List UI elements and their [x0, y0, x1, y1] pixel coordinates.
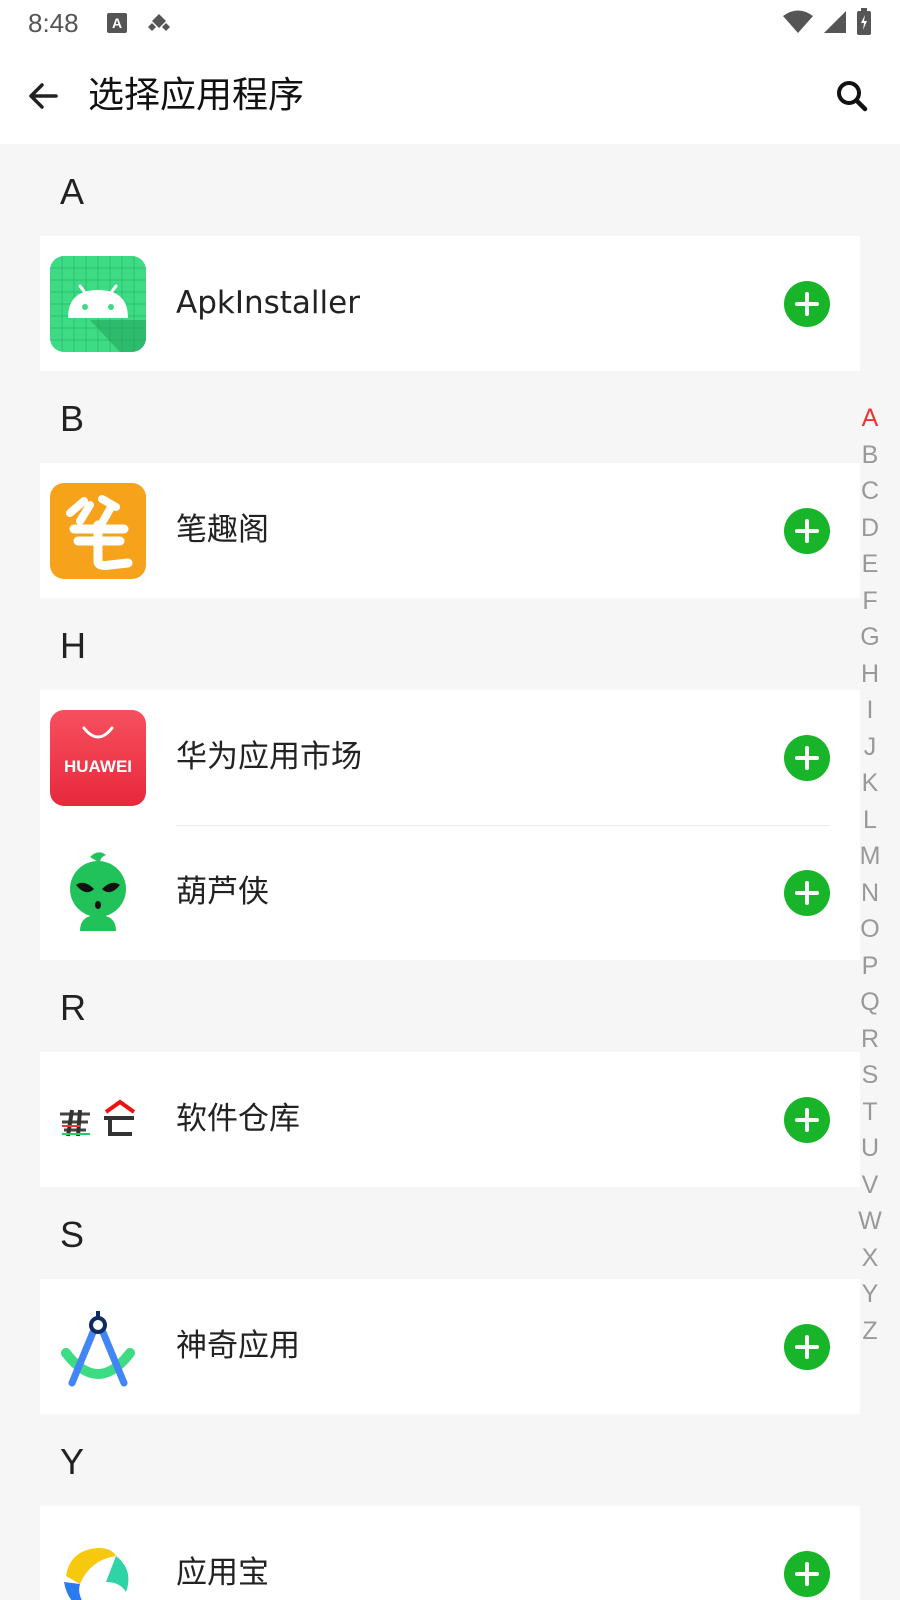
alphabet-index-letter-i[interactable]: I — [852, 692, 888, 729]
huawei-appgallery-icon: HUAWEI — [50, 710, 146, 806]
section-card-b: 笔趣阁 — [40, 463, 860, 598]
alphabet-index-letter-y[interactable]: Y — [852, 1276, 888, 1313]
alphabet-index-letter-p[interactable]: P — [852, 948, 888, 985]
alphabet-index-letter-z[interactable]: Z — [852, 1313, 888, 1350]
app-name: 软件仓库 — [176, 1101, 300, 1137]
app-name: 神奇应用 — [176, 1328, 300, 1364]
alphabet-index-letter-v[interactable]: V — [852, 1167, 888, 1204]
section-header-y: Y — [60, 1441, 85, 1482]
section-card-r: 软件仓库 — [40, 1052, 860, 1187]
app-bar: 选择应用程序 — [0, 48, 900, 144]
alphabet-index-letter-f[interactable]: F — [852, 583, 888, 620]
app-name: 华为应用市场 — [176, 739, 362, 775]
app-name: 笔趣阁 — [176, 512, 269, 548]
android-studio-icon — [50, 1299, 146, 1395]
search-button[interactable] — [832, 76, 872, 116]
alphabet-index-letter-n[interactable]: N — [852, 875, 888, 912]
alphabet-index-letter-a[interactable]: A — [852, 400, 888, 437]
alphabet-index-letter-g[interactable]: G — [852, 619, 888, 656]
status-icons — [782, 8, 872, 40]
section-card-a: ApkInstaller — [40, 236, 860, 371]
app-name: 葫芦侠 — [176, 874, 269, 910]
android-grid-icon — [50, 256, 146, 352]
back-button[interactable] — [24, 76, 64, 116]
section-header-h: H — [60, 625, 86, 666]
alphabet-index-letter-s[interactable]: S — [852, 1057, 888, 1094]
app-row-ruancang[interactable]: 软件仓库 — [40, 1052, 860, 1187]
status-time: 8:48 — [28, 8, 79, 38]
add-button[interactable] — [784, 870, 830, 916]
app-row-huluxia[interactable]: 葫芦侠 — [40, 825, 860, 960]
alphabet-index-letter-u[interactable]: U — [852, 1130, 888, 1167]
diamond-app-icon — [146, 12, 172, 38]
alphabet-index-letter-d[interactable]: D — [852, 510, 888, 547]
app-row-shenqi[interactable]: 神奇应用 — [40, 1279, 860, 1414]
page-title: 选择应用程序 — [88, 75, 305, 116]
alphabet-index-letter-b[interactable]: B — [852, 437, 888, 474]
cellular-signal-icon — [822, 9, 848, 39]
yingyongbao-icon — [50, 1526, 146, 1600]
add-button[interactable] — [784, 508, 830, 554]
app-list[interactable]: A ApkInstaller B 笔趣阁 H HUAWEI 华为应用市场 葫芦侠… — [0, 144, 900, 1600]
add-button[interactable] — [784, 1097, 830, 1143]
svg-text:A: A — [112, 15, 122, 31]
alphabet-index-letter-t[interactable]: T — [852, 1094, 888, 1131]
alphabet-index-letter-w[interactable]: W — [852, 1203, 888, 1240]
section-header-s: S — [60, 1214, 85, 1255]
section-card-h: HUAWEI 华为应用市场 葫芦侠 — [40, 690, 860, 960]
app-name: ApkInstaller — [176, 285, 360, 321]
alphabet-index-letter-x[interactable]: X — [852, 1240, 888, 1277]
biquge-icon — [50, 483, 146, 579]
alphabet-index-letter-c[interactable]: C — [852, 473, 888, 510]
add-button[interactable] — [784, 735, 830, 781]
alphabet-index-letter-h[interactable]: H — [852, 656, 888, 693]
app-row-yingyongbao[interactable]: 应用宝 — [40, 1506, 860, 1600]
wifi-icon — [782, 9, 814, 39]
alphabet-index-letter-e[interactable]: E — [852, 546, 888, 583]
section-card-s: 神奇应用 — [40, 1279, 860, 1414]
alphabet-index-letter-k[interactable]: K — [852, 765, 888, 802]
add-button[interactable] — [784, 1324, 830, 1370]
huluxia-icon — [50, 845, 146, 941]
alphabet-index-letter-q[interactable]: Q — [852, 984, 888, 1021]
app-row-apkinstaller[interactable]: ApkInstaller — [40, 236, 860, 371]
alphabet-index-letter-m[interactable]: M — [852, 838, 888, 875]
app-row-huawei-appgallery[interactable]: HUAWEI 华为应用市场 — [40, 690, 860, 825]
alphabet-index[interactable]: ABCDEFGHIJKLMNOPQRSTUVWXYZ — [852, 400, 888, 1349]
alphabet-index-letter-l[interactable]: L — [852, 802, 888, 839]
app-row-biquge[interactable]: 笔趣阁 — [40, 463, 860, 598]
alphabet-index-letter-j[interactable]: J — [852, 729, 888, 766]
keyboard-a-icon: A — [106, 12, 128, 38]
add-button[interactable] — [784, 281, 830, 327]
huawei-logo-text: HUAWEI — [64, 757, 132, 776]
section-header-r: R — [60, 987, 86, 1028]
alphabet-index-letter-o[interactable]: O — [852, 911, 888, 948]
add-button[interactable] — [784, 1551, 830, 1597]
ruancang-icon — [50, 1072, 146, 1168]
search-icon — [837, 81, 868, 112]
alphabet-index-letter-r[interactable]: R — [852, 1021, 888, 1058]
section-header-a: A — [60, 171, 85, 212]
battery-charging-icon — [856, 8, 872, 40]
section-card-y: 应用宝 — [40, 1506, 860, 1600]
status-bar: 8:48 A — [0, 0, 900, 48]
arrow-left-icon — [29, 83, 58, 109]
app-name: 应用宝 — [176, 1555, 269, 1591]
section-header-b: B — [60, 398, 85, 439]
